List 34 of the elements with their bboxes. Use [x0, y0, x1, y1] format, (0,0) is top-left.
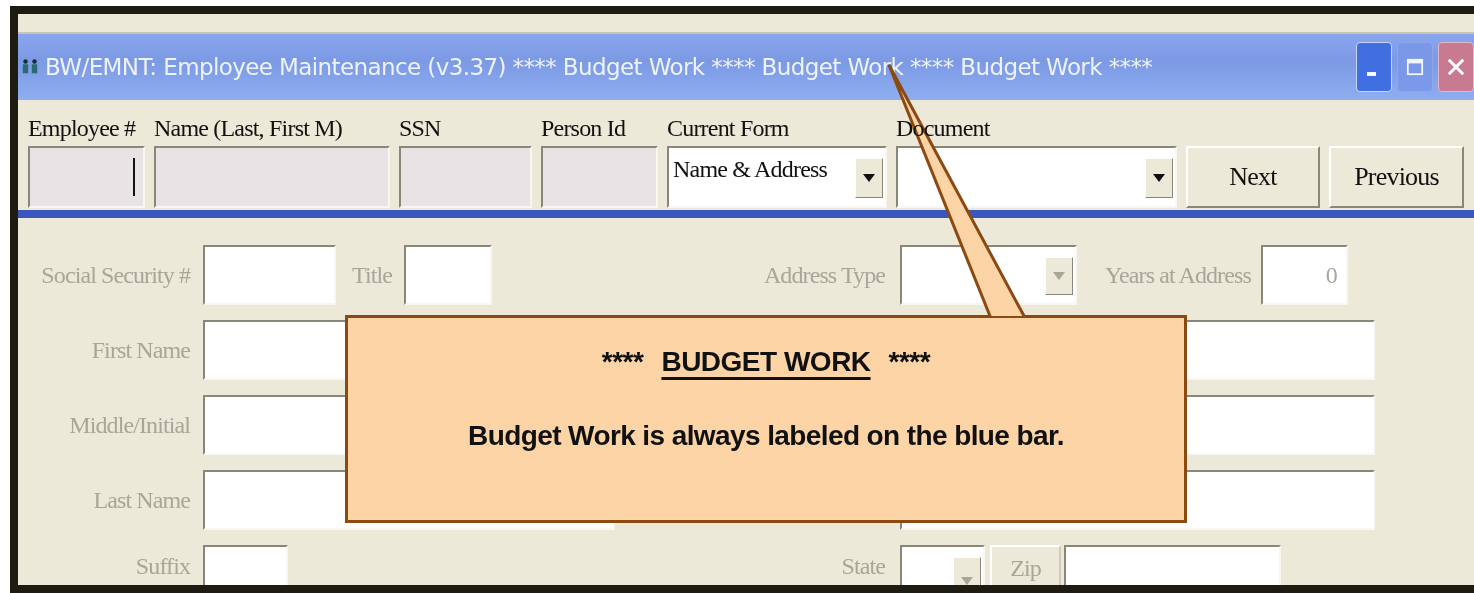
callout-text: Budget Work is always labeled on the blue bar. [468, 420, 1064, 452]
first-name-label: First Name [90, 336, 190, 364]
window-title: BW/EMNT: Employee Maintenance (v3.37) **** Budget Work **** Budget Work **** Budget Work **** [45, 54, 1153, 80]
name-label: Name (Last, First M) [154, 115, 343, 142]
middle-initial-label: Middle/Initial [68, 411, 190, 439]
zip-label: Zip [990, 545, 1061, 585]
callout-heading: BUDGET WORK [661, 346, 871, 378]
ssn-label: SSN [399, 115, 442, 142]
state-label: State [840, 552, 885, 580]
social-security-field[interactable] [203, 245, 336, 305]
ssn-field[interactable] [399, 146, 532, 208]
people-icon [21, 58, 39, 76]
last-name-label: Last Name [92, 486, 190, 514]
title-label: Title [352, 261, 392, 289]
current-form-label: Current Form [667, 115, 790, 142]
person-id-field[interactable] [541, 146, 658, 208]
asterisks: **** [601, 346, 644, 378]
employee-number-label: Employee # [28, 115, 137, 142]
name-field[interactable] [154, 146, 390, 208]
current-form-dropdown[interactable]: Name & Address [667, 146, 887, 208]
document-dropdown[interactable] [896, 146, 1177, 208]
minimize-icon [1366, 72, 1376, 76]
social-security-label: Social Security # [40, 261, 190, 289]
years-at-address-label: Years at Address [1105, 261, 1251, 289]
asterisks: **** [888, 346, 931, 378]
address-type-label: Address Type [762, 261, 885, 289]
person-id-label: Person Id [541, 115, 627, 142]
close-button[interactable] [1438, 42, 1474, 92]
next-button[interactable]: Next [1186, 146, 1320, 208]
minimize-button[interactable] [1356, 42, 1392, 92]
title-field[interactable] [404, 245, 492, 305]
suffix-label: Suffix [134, 552, 190, 580]
previous-button[interactable]: Previous [1329, 146, 1464, 208]
employee-number-field[interactable] [28, 146, 145, 208]
